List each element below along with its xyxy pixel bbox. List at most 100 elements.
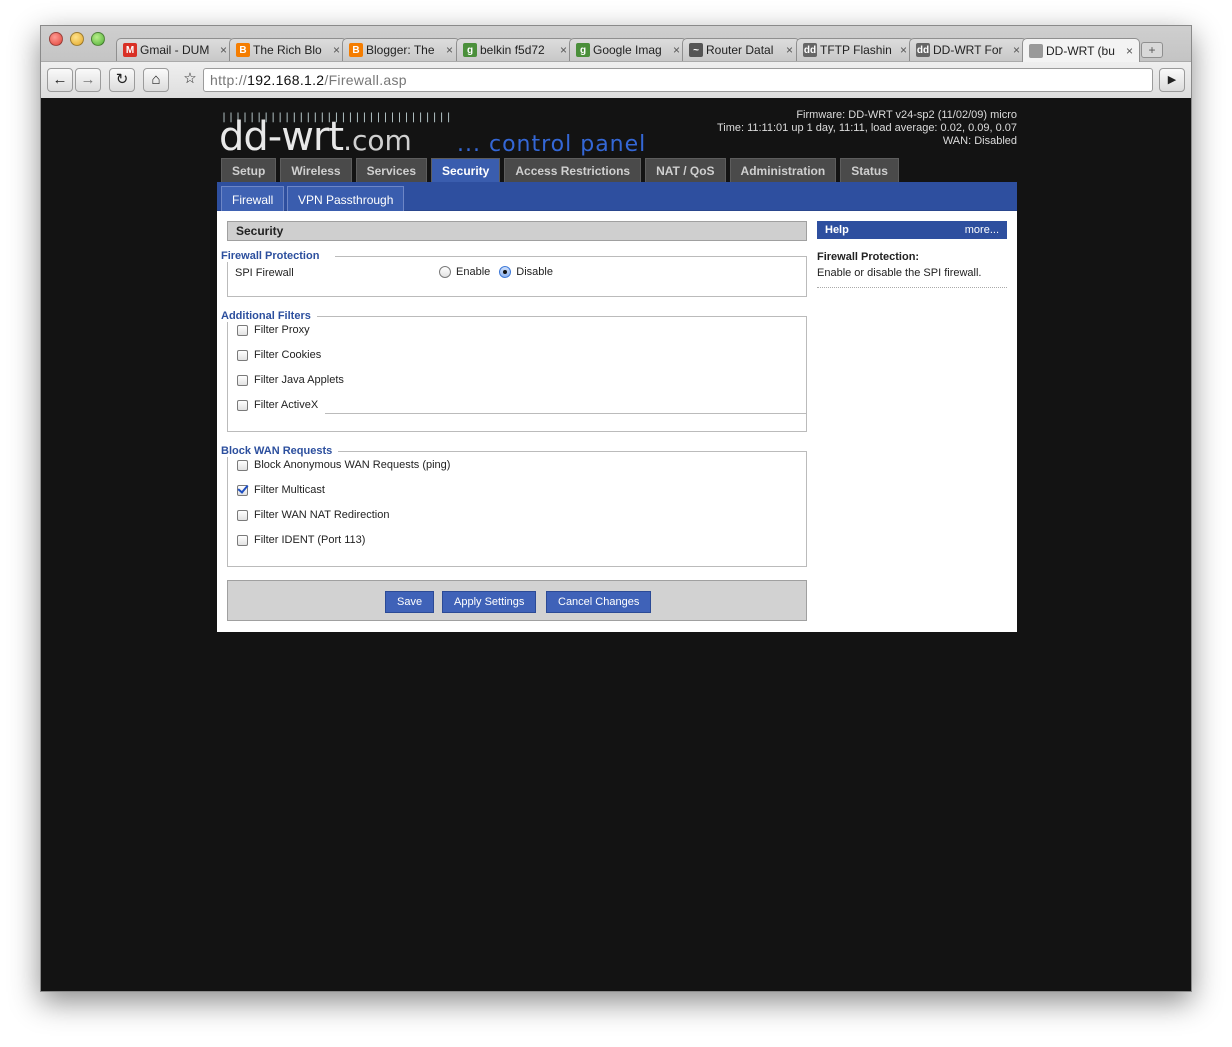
help-body: Firewall Protection: Enable or disable t…: [817, 249, 1007, 288]
filter-checkbox[interactable]: [237, 349, 248, 361]
main-tab-access-restrictions[interactable]: Access Restrictions: [504, 158, 642, 182]
close-tab-icon[interactable]: ×: [1126, 44, 1133, 58]
close-tab-icon[interactable]: ×: [786, 43, 793, 57]
spi-enable-label: Enable: [456, 266, 491, 278]
main-tab-nat-qos[interactable]: NAT / QoS: [645, 158, 726, 182]
browser-tab[interactable]: dd TFTP Flashin ×: [796, 38, 914, 61]
wan-status: WAN: Disabled: [942, 135, 1017, 147]
filter-option-row: Filter Cookies: [237, 349, 321, 361]
filter-option-row: Filter Java Applets: [237, 374, 344, 386]
page-menu-play-icon[interactable]: ▶: [1159, 68, 1185, 92]
sub-navigation: Firewall VPN Passthrough: [217, 182, 1017, 212]
filter-checkbox[interactable]: [237, 324, 248, 336]
browser-tab-label: The Rich Blo: [253, 43, 322, 57]
browser-tab[interactable]: M Gmail - DUM ×: [116, 38, 234, 61]
browser-tab[interactable]: DD-WRT (bu ×: [1022, 38, 1140, 62]
browser-tab[interactable]: B The Rich Blo ×: [229, 38, 347, 61]
filter-checkbox[interactable]: [237, 484, 248, 496]
apply-settings-button[interactable]: Apply Settings: [442, 591, 537, 613]
close-tab-icon[interactable]: ×: [560, 43, 567, 57]
browser-window: M Gmail - DUM × B The Rich Blo × B Blogger: The…: [40, 25, 1192, 992]
close-tab-icon[interactable]: ×: [900, 43, 907, 57]
gmail-icon: M: [123, 43, 137, 57]
main-tab-setup[interactable]: Setup: [221, 158, 277, 182]
filter-label: Filter Cookies: [254, 349, 322, 361]
help-header: Help more...: [817, 221, 1007, 239]
reload-icon[interactable]: ↻: [109, 68, 135, 92]
google-icon: g: [463, 43, 477, 57]
filter-checkbox[interactable]: [237, 374, 248, 386]
close-tab-icon[interactable]: ×: [220, 43, 227, 57]
ddwrt-logo: dd-wrt.com: [219, 114, 412, 160]
cancel-changes-button[interactable]: Cancel Changes: [546, 591, 652, 613]
control-panel-tagline: ... control panel: [457, 132, 647, 157]
browser-tab[interactable]: ~ Router Datal ×: [682, 38, 800, 61]
filter-option-row: Filter Multicast: [237, 484, 325, 496]
bookmark-star-icon[interactable]: ☆: [177, 68, 203, 92]
main-tab-security[interactable]: Security: [431, 158, 501, 183]
filter-label: Filter Java Applets: [254, 374, 344, 386]
main-tab-administration[interactable]: Administration: [729, 158, 837, 182]
forward-arrow-icon[interactable]: →: [75, 68, 101, 92]
spi-enable-radio[interactable]: [439, 266, 451, 278]
ddwrt-icon: dd: [803, 43, 817, 57]
filter-checkbox[interactable]: [237, 534, 248, 546]
subtab-vpn-passthrough[interactable]: VPN Passthrough: [287, 186, 405, 212]
browser-tab-label: Google Imag: [593, 43, 662, 57]
browser-tab[interactable]: g belkin f5d72 ×: [456, 38, 574, 61]
filter-checkbox[interactable]: [237, 509, 248, 521]
browser-tab-label: DD-WRT For: [933, 43, 1003, 57]
section-title: Security: [227, 221, 807, 241]
main-tab-status[interactable]: Status: [840, 158, 899, 182]
close-tab-icon[interactable]: ×: [1013, 43, 1020, 57]
new-tab-button[interactable]: +: [1141, 42, 1163, 58]
filter-option-row: Filter ActiveX: [237, 399, 318, 411]
page-icon: [1029, 43, 1043, 58]
save-button[interactable]: Save: [385, 591, 435, 613]
filter-label: Filter Proxy: [254, 324, 310, 336]
browser-tab[interactable]: dd DD-WRT For ×: [909, 38, 1027, 61]
filter-option-row: Filter Proxy: [237, 324, 310, 336]
browser-tab[interactable]: B Blogger: The ×: [342, 38, 460, 61]
home-icon[interactable]: ⌂: [143, 68, 169, 92]
browser-toolbar: ← → ↻ ⌂ ☆ http://192.168.1.2/Firewall.as…: [41, 61, 1191, 98]
ddwrt-icon: dd: [916, 43, 930, 57]
close-window-icon[interactable]: [49, 32, 63, 46]
help-title: Help: [825, 224, 849, 236]
help-more-link[interactable]: more...: [965, 221, 999, 239]
filter-label: Filter Multicast: [254, 484, 325, 496]
filter-option-row: Filter IDENT (Port 113): [237, 534, 365, 546]
browser-tab-label: Blogger: The: [366, 43, 435, 57]
subtab-firewall[interactable]: Firewall: [221, 186, 285, 212]
close-tab-icon[interactable]: ×: [673, 43, 680, 57]
main-tab-wireless[interactable]: Wireless: [280, 158, 352, 182]
filter-label: Filter IDENT (Port 113): [254, 534, 366, 546]
browser-tab[interactable]: g Google Imag ×: [569, 38, 687, 61]
spi-disable-radio[interactable]: [499, 266, 512, 278]
main-navigation: Setup Wireless Services Security Access Rest…: [221, 158, 899, 183]
filter-option-row: Filter WAN NAT Redirection: [237, 509, 390, 521]
close-tab-icon[interactable]: ×: [446, 43, 453, 57]
filter-checkbox[interactable]: [237, 459, 248, 471]
help-text: Enable or disable the SPI firewall.: [817, 267, 982, 279]
close-tab-icon[interactable]: ×: [333, 43, 340, 57]
block-wan-legend: Block WAN Requests: [221, 445, 339, 457]
blogger-icon: B: [236, 43, 250, 57]
browser-chrome: M Gmail - DUM × B The Rich Blo × B Blogger: The…: [41, 26, 1191, 98]
minimize-window-icon[interactable]: [70, 32, 84, 46]
content-area: Security Firewall Protection SPI Firewal…: [217, 211, 1017, 632]
filter-checkbox[interactable]: [237, 399, 248, 411]
filter-label: Block Anonymous WAN Requests (ping): [254, 459, 451, 471]
zoom-window-icon[interactable]: [91, 32, 105, 46]
main-tab-services[interactable]: Services: [355, 158, 427, 182]
firmware-info: Firmware: DD-WRT v24-sp2 (11/02/09) micr…: [717, 109, 1017, 148]
back-arrow-icon[interactable]: ←: [47, 68, 73, 92]
browser-tab-label: belkin f5d72: [480, 43, 545, 57]
spi-disable-label: Disable: [516, 266, 553, 278]
spi-firewall-label: SPI Firewall: [235, 267, 294, 279]
router-page: ||||||||||||||||||||||||||||||||| dd-wrt…: [41, 98, 1191, 991]
address-bar[interactable]: http://192.168.1.2/Firewall.asp: [203, 68, 1153, 92]
browser-tab-label: Router Datal: [706, 43, 774, 57]
uptime-info: Time: 11:11:01 up 1 day, 11:11, load ave…: [716, 122, 1017, 134]
logo-text: dd-wrt: [219, 114, 344, 160]
